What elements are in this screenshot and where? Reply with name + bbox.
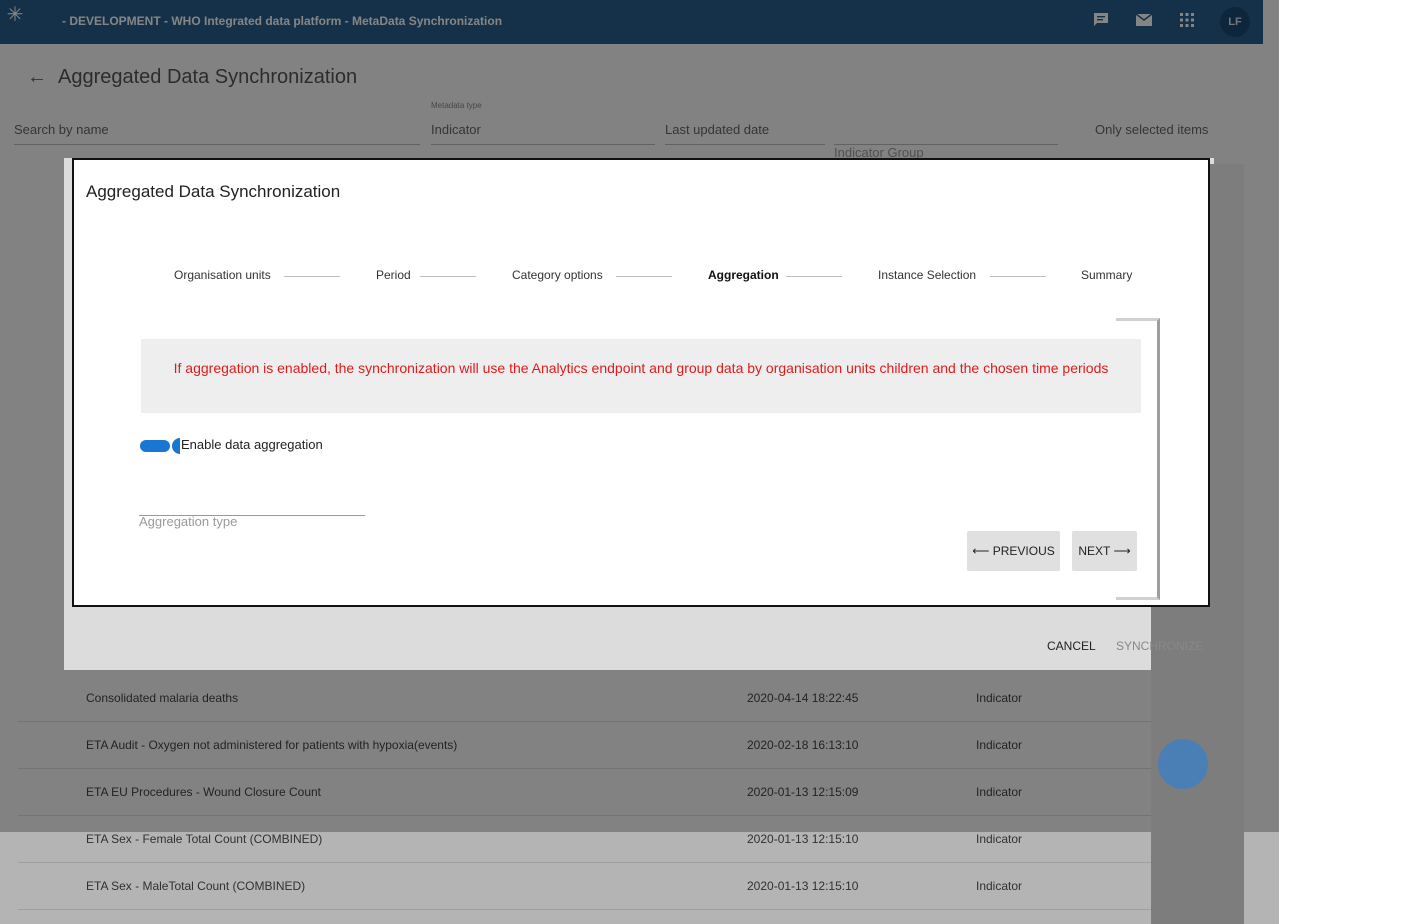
step-connector <box>420 276 476 277</box>
step-aggregation[interactable]: Aggregation <box>708 268 779 282</box>
floating-action-button[interactable] <box>1158 739 1208 789</box>
step-category-options[interactable]: Category options <box>512 268 603 282</box>
toggle-thumb <box>172 438 180 454</box>
aggregation-type-label: Aggregation type <box>139 514 238 529</box>
modal-backdrop-lower <box>0 832 1279 924</box>
step-organisation-units[interactable]: Organisation units <box>174 268 271 282</box>
next-button[interactable]: NEXT ⟶ <box>1072 531 1137 571</box>
cancel-button[interactable]: CANCEL <box>1047 639 1096 653</box>
step-period[interactable]: Period <box>376 268 411 282</box>
step-connector <box>990 276 1046 277</box>
wizard-stepper: Organisation units Period Category optio… <box>74 268 1152 292</box>
step-summary[interactable]: Summary <box>1081 268 1132 282</box>
enable-aggregation-label: Enable data aggregation <box>181 437 323 452</box>
outer-dialog-actions: CANCEL SYNCHRONIZE <box>1047 639 1203 653</box>
step-connector <box>284 276 340 277</box>
toggle-track <box>140 440 170 452</box>
dialog-title: Aggregated Data Synchronization <box>86 182 341 201</box>
enable-aggregation-toggle[interactable] <box>140 438 184 454</box>
synchronize-button[interactable]: SYNCHRONIZE <box>1116 639 1203 653</box>
aggregated-sync-dialog: Aggregated Data Synchronization Organisa… <box>72 158 1210 607</box>
step-instance-selection[interactable]: Instance Selection <box>878 268 976 282</box>
step-connector <box>786 276 842 277</box>
previous-button[interactable]: ⟵ PREVIOUS <box>967 531 1060 571</box>
step-connector <box>616 276 672 277</box>
aggregation-info-message: If aggregation is enabled, the synchroni… <box>141 339 1141 413</box>
